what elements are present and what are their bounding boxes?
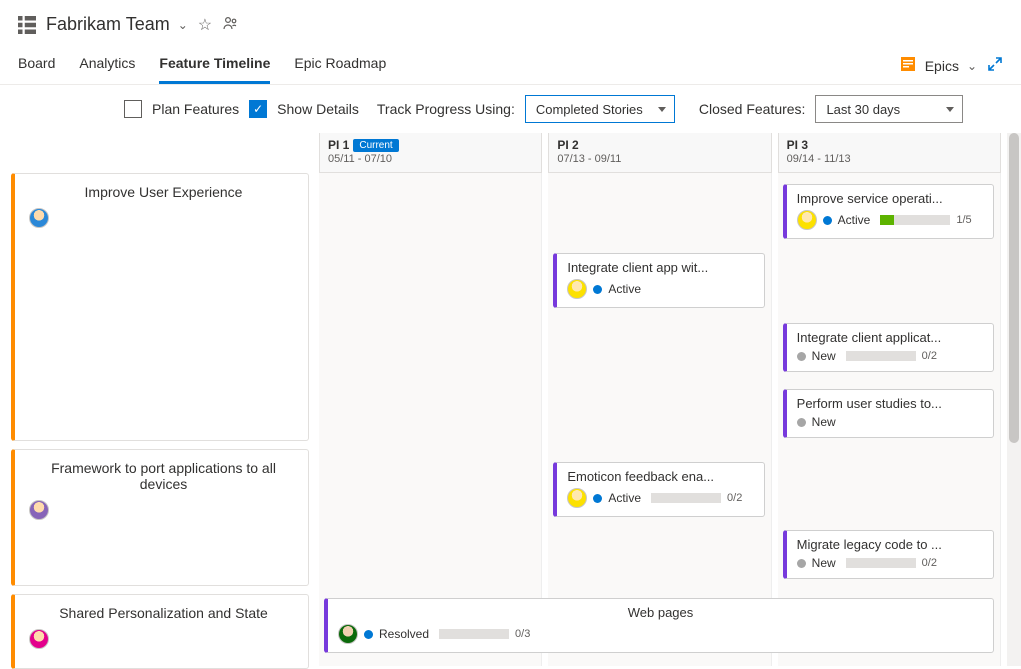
- track-progress-label: Track Progress Using:: [377, 101, 515, 117]
- toolbar: Plan Features ✓ Show Details Track Progr…: [0, 85, 1021, 133]
- iteration-name: PI 2: [557, 138, 578, 152]
- fullscreen-icon[interactable]: [987, 56, 1003, 75]
- tab-feature-timeline[interactable]: Feature Timeline: [159, 47, 270, 84]
- iteration-dates: 05/11 - 07/10: [328, 153, 533, 165]
- show-details-checkbox[interactable]: ✓: [249, 100, 267, 118]
- feature-card[interactable]: Integrate client applicat... New 0/2: [783, 323, 994, 372]
- iteration-name: PI 1: [328, 138, 349, 152]
- timeline-grid: PI 1 Current05/11 - 07/10 PI 207/13 - 09/1…: [319, 133, 1007, 666]
- plan-features-checkbox[interactable]: [124, 100, 142, 118]
- state-dot-icon: [797, 352, 806, 361]
- avatar: [567, 488, 587, 508]
- iteration-dates: 09/14 - 11/13: [787, 153, 992, 165]
- tab-bar: Board Analytics Feature Timeline Epic Ro…: [0, 43, 1021, 85]
- feature-card[interactable]: Emoticon feedback ena... Active 0/2: [553, 462, 764, 517]
- favorite-star-icon[interactable]: ☆: [198, 15, 212, 35]
- scrollbar-thumb[interactable]: [1009, 133, 1019, 443]
- epic-title: Improve User Experience: [29, 184, 298, 208]
- epic-column: Improve User Experience Framework to por…: [0, 133, 319, 666]
- backlog-icon: [18, 16, 36, 34]
- epics-selector-label[interactable]: Epics: [925, 58, 959, 74]
- progress-bar: [439, 629, 509, 639]
- team-name[interactable]: Fabrikam Team: [46, 14, 170, 35]
- progress-label: 0/3: [515, 628, 530, 640]
- track-progress-select[interactable]: Completed Stories: [525, 95, 675, 123]
- feature-card[interactable]: Perform user studies to... New: [783, 389, 994, 438]
- progress-label: 1/5: [956, 214, 971, 226]
- tab-epic-roadmap[interactable]: Epic Roadmap: [294, 47, 386, 84]
- progress-label: 0/2: [727, 492, 742, 504]
- epic-card[interactable]: Framework to port applications to all de…: [11, 449, 309, 586]
- iteration-header[interactable]: PI 207/13 - 09/11: [548, 133, 771, 173]
- state-label: Active: [608, 491, 641, 505]
- avatar: [797, 210, 817, 230]
- closed-features-select[interactable]: Last 30 days: [815, 95, 963, 123]
- state-dot-icon: [823, 216, 832, 225]
- feature-card[interactable]: Integrate client app wit... Active: [553, 253, 764, 308]
- progress-label: 0/2: [922, 350, 937, 362]
- epic-card[interactable]: Improve User Experience: [11, 173, 309, 441]
- state-label: New: [812, 556, 836, 570]
- iteration-header[interactable]: PI 1 Current05/11 - 07/10: [319, 133, 542, 173]
- avatar: [29, 208, 49, 228]
- feature-title: Emoticon feedback ena...: [567, 469, 753, 484]
- show-details-label: Show Details: [277, 101, 359, 117]
- closed-features-label: Closed Features:: [699, 101, 806, 117]
- feature-title: Improve service operati...: [797, 191, 983, 206]
- feature-title: Web pages: [338, 605, 983, 620]
- progress-label: 0/2: [922, 557, 937, 569]
- state-label: New: [812, 349, 836, 363]
- state-label: Resolved: [379, 627, 429, 641]
- state-label: Active: [838, 213, 871, 227]
- feature-title: Migrate legacy code to ...: [797, 537, 983, 552]
- feature-card[interactable]: Web pages Resolved 0/3: [324, 598, 994, 653]
- avatar: [338, 624, 358, 644]
- iteration-name: PI 3: [787, 138, 808, 152]
- progress-bar: [846, 558, 916, 568]
- team-members-icon[interactable]: [222, 15, 238, 34]
- tab-board[interactable]: Board: [18, 47, 55, 84]
- state-dot-icon: [797, 418, 806, 427]
- chevron-down-icon[interactable]: ⌄: [178, 18, 188, 32]
- epic-card[interactable]: Shared Personalization and State: [11, 594, 309, 669]
- scrollbar-track[interactable]: [1007, 133, 1021, 666]
- iteration-dates: 07/13 - 09/11: [557, 153, 762, 165]
- avatar: [567, 279, 587, 299]
- progress-bar: [651, 493, 721, 503]
- state-dot-icon: [593, 494, 602, 503]
- iteration-header[interactable]: PI 309/14 - 11/13: [778, 133, 1001, 173]
- feature-title: Perform user studies to...: [797, 396, 983, 411]
- feature-title: Integrate client applicat...: [797, 330, 983, 345]
- plan-features-label: Plan Features: [152, 101, 239, 117]
- epics-icon: [901, 57, 915, 74]
- avatar: [29, 500, 49, 520]
- state-dot-icon: [797, 559, 806, 568]
- avatar: [29, 629, 49, 649]
- current-badge: Current: [353, 139, 398, 152]
- page-header: Fabrikam Team ⌄ ☆: [0, 0, 1021, 43]
- state-dot-icon: [593, 285, 602, 294]
- progress-bar: [846, 351, 916, 361]
- feature-card[interactable]: Migrate legacy code to ... New 0/2: [783, 530, 994, 579]
- progress-bar: [880, 215, 950, 225]
- tab-analytics[interactable]: Analytics: [79, 47, 135, 84]
- epic-title: Framework to port applications to all de…: [29, 460, 298, 500]
- chevron-down-icon[interactable]: ⌄: [967, 59, 977, 73]
- feature-title: Integrate client app wit...: [567, 260, 753, 275]
- epic-title: Shared Personalization and State: [29, 605, 298, 629]
- timeline-content: Improve User Experience Framework to por…: [0, 133, 1021, 666]
- state-label: New: [812, 415, 836, 429]
- feature-card[interactable]: Improve service operati... Active 1/5: [783, 184, 994, 239]
- state-label: Active: [608, 282, 641, 296]
- state-dot-icon: [364, 630, 373, 639]
